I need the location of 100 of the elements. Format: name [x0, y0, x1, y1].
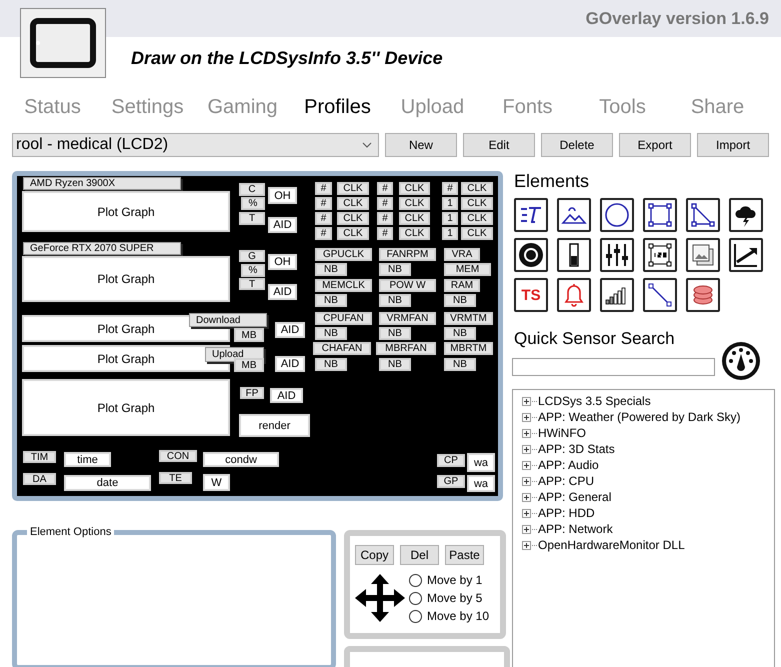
tree-item[interactable]: LCDSys 3.5 Specials [538, 394, 651, 408]
move-step-radio[interactable]: Move by 10 [409, 607, 490, 625]
sensor-tag[interactable]: # [377, 182, 393, 195]
sensor-tag[interactable]: RAM [444, 279, 480, 292]
sensor-tag[interactable]: NB [315, 358, 347, 371]
sensor-tag[interactable]: CLK [399, 212, 430, 225]
weather-tool-button[interactable] [729, 198, 763, 232]
tree-item[interactable]: OpenHardwareMonitor DLL [538, 538, 685, 552]
value-field[interactable]: AID [268, 217, 297, 233]
sensor-tag[interactable]: NB [444, 358, 476, 371]
export-profile-button[interactable]: Export [619, 133, 692, 157]
sensor-tag[interactable]: NB [379, 327, 411, 340]
sensor-tag[interactable]: FANRPM [379, 248, 436, 261]
sensor-tag[interactable]: NB [444, 294, 476, 307]
sensor-tag[interactable]: 1 [442, 212, 458, 225]
sensor-tag[interactable]: CLK [461, 182, 493, 195]
edit-profile-button[interactable]: Edit [462, 133, 535, 157]
expand-icon[interactable] [522, 540, 531, 550]
sensor-tag[interactable]: NB [379, 294, 411, 307]
sensor-tag[interactable]: VRMTM [444, 312, 493, 325]
sensor-tag[interactable]: CLK [337, 227, 369, 240]
sensor-tag[interactable]: # [377, 197, 393, 210]
tree-item[interactable]: APP: General [538, 490, 612, 504]
nav-tab[interactable]: Profiles [290, 96, 385, 126]
sensor-tag[interactable]: # [377, 227, 393, 240]
sliders-tool-button[interactable] [600, 238, 634, 272]
sensor-tag[interactable]: GPUCLK [315, 248, 372, 261]
paste-button[interactable]: Paste [445, 545, 484, 565]
sensor-tag[interactable]: MBRFAN [376, 342, 436, 355]
sensor-title[interactable]: Download [189, 313, 267, 327]
sensor-tag[interactable]: MEM [444, 263, 491, 276]
value-field[interactable]: OH [268, 187, 297, 204]
expand-icon[interactable] [522, 492, 531, 502]
sensor-tag[interactable]: NB [315, 327, 347, 340]
expand-icon[interactable] [522, 428, 531, 438]
value-field[interactable]: W [203, 474, 230, 491]
sensor-tag[interactable]: VRMFAN [379, 312, 436, 325]
tree-item[interactable]: HWiNFO [538, 426, 586, 440]
value-field[interactable]: time [64, 452, 111, 467]
sensor-tag[interactable]: % [241, 197, 265, 210]
expand-icon[interactable] [522, 412, 531, 422]
value-field[interactable]: condw [203, 452, 279, 467]
tree-item[interactable]: APP: CPU [538, 474, 594, 488]
sensor-tag[interactable]: CLK [399, 227, 430, 240]
gauge-icon[interactable] [721, 341, 761, 381]
value-field[interactable]: date [64, 475, 151, 491]
sensor-tag[interactable]: CHAFAN [313, 342, 371, 355]
sensor-tag[interactable]: # [377, 212, 393, 225]
sensor-tag[interactable]: MB [234, 358, 264, 372]
triangle-tool-button[interactable] [686, 198, 720, 232]
expand-icon[interactable] [522, 444, 531, 454]
sensor-tag[interactable]: NB [444, 327, 476, 340]
value-field[interactable]: AID [275, 356, 305, 372]
circle-tool-button[interactable] [600, 198, 634, 232]
sensor-tag[interactable]: CLK [337, 182, 369, 195]
copy-button[interactable]: Copy [355, 545, 394, 565]
sensor-tag[interactable]: MB [234, 328, 264, 342]
sensor-tag[interactable]: % [241, 264, 265, 277]
sensor-tag[interactable]: CLK [337, 212, 369, 225]
value-field[interactable]: AID [270, 388, 303, 403]
image-tool-button[interactable] [557, 198, 591, 232]
sensor-tag[interactable]: CLK [461, 227, 493, 240]
sensor-tag[interactable]: VRA [444, 248, 480, 261]
sensor-tag[interactable]: CP [437, 454, 465, 467]
sensor-tag[interactable]: NB [379, 263, 411, 276]
number-tool-button[interactable] [643, 238, 677, 272]
sensor-tag[interactable]: # [315, 197, 332, 210]
rect-tool-button[interactable] [643, 198, 677, 232]
sensor-tag[interactable]: POW W [379, 279, 436, 292]
sensor-tag[interactable]: CLK [461, 212, 493, 225]
value-field[interactable]: wa [467, 475, 495, 492]
sensor-tag[interactable]: C [239, 183, 265, 196]
sensor-tag[interactable]: 1 [442, 227, 458, 240]
value-field[interactable]: render [239, 414, 310, 437]
tree-item[interactable]: APP: HDD [538, 506, 595, 520]
tree-item[interactable]: APP: 3D Stats [538, 442, 615, 456]
text-tool-button[interactable] [514, 198, 548, 232]
value-field[interactable]: AID [268, 284, 297, 300]
sensor-tag[interactable]: # [315, 182, 332, 195]
profile-dropdown[interactable]: rool - medical (LCD2) [12, 133, 379, 157]
plot-graph[interactable]: Plot Graph [22, 379, 230, 436]
expand-icon[interactable] [522, 508, 531, 518]
sensor-tag[interactable]: CLK [337, 197, 369, 210]
sensor-tag[interactable]: CLK [399, 182, 430, 195]
sensor-search-field[interactable] [512, 358, 715, 376]
sensor-tag[interactable]: # [315, 227, 332, 240]
import-profile-button[interactable]: Import [697, 133, 770, 157]
sensor-tag[interactable]: GP [437, 475, 465, 488]
tree-item[interactable]: APP: Weather (Powered by Dark Sky) [538, 410, 741, 424]
images-tool-button[interactable] [686, 238, 720, 272]
signal-tool-button[interactable] [600, 278, 634, 312]
expand-icon[interactable] [522, 460, 531, 470]
sensor-tag[interactable]: T [239, 212, 265, 225]
expand-icon[interactable] [522, 524, 531, 534]
sensor-tag[interactable]: NB [379, 358, 411, 371]
line-tool-button[interactable] [643, 278, 677, 312]
move-step-radio[interactable]: Move by 5 [409, 589, 490, 607]
chart-tool-button[interactable] [729, 238, 763, 272]
sensor-title[interactable]: GeForce RTX 2070 SUPER [23, 242, 181, 255]
sensor-tag[interactable]: MBRTM [444, 342, 493, 355]
